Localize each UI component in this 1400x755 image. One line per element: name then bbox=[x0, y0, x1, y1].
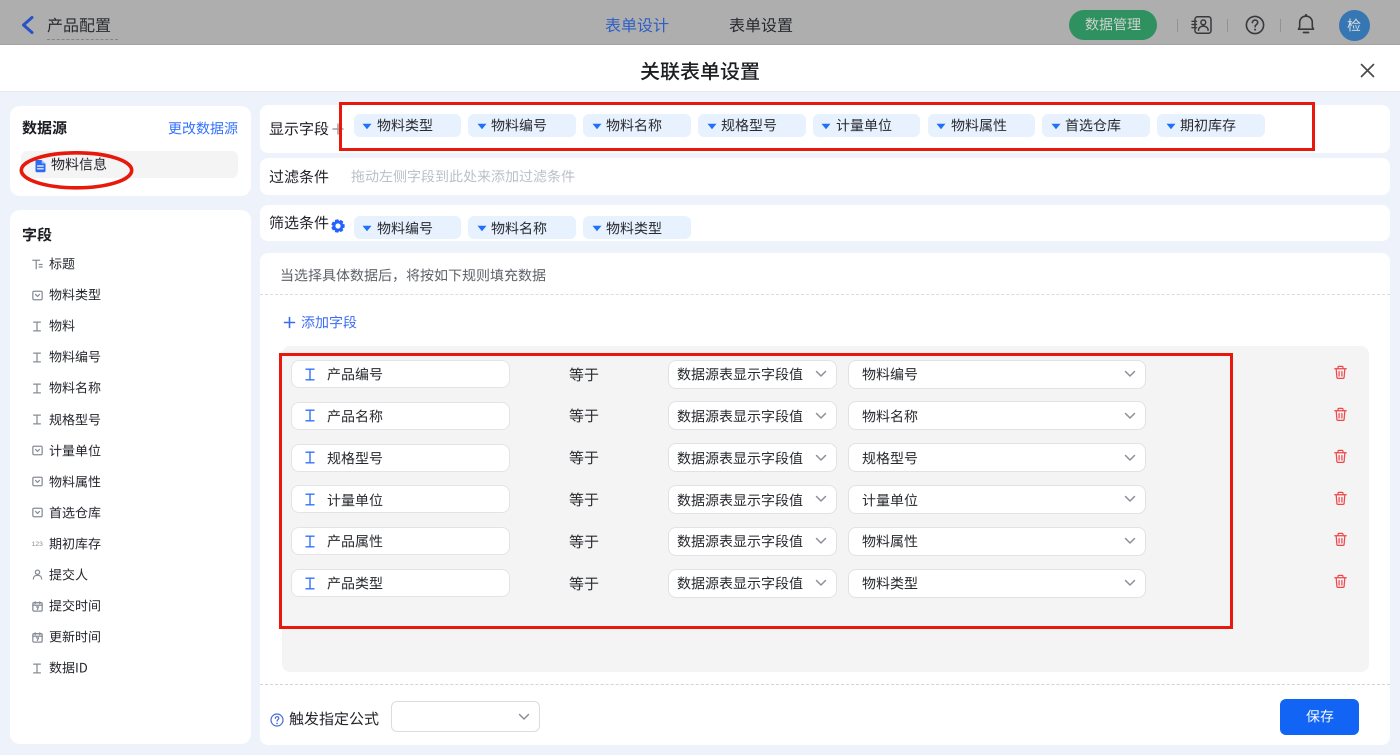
svg-text:123: 123 bbox=[31, 541, 43, 548]
